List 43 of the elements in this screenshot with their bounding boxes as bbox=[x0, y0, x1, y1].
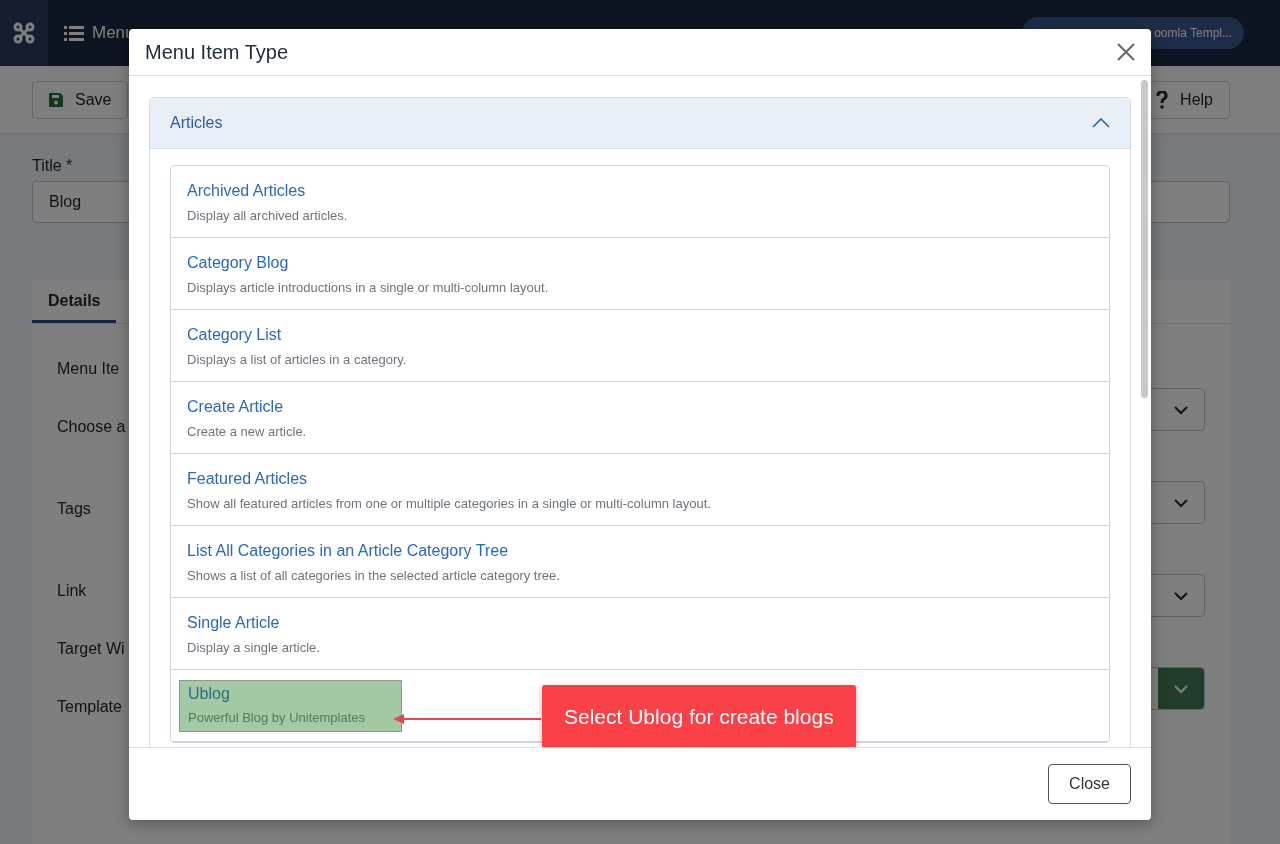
list-item[interactable]: Category List Displays a list of articles in a category. bbox=[171, 310, 1109, 382]
item-description: Show all featured articles from one or multiple categories in a single or multi-column layout. bbox=[187, 496, 712, 511]
list-item[interactable]: Archived Articles Display all archived articles. bbox=[171, 166, 1109, 238]
tab[interactable]: Details bbox=[32, 280, 117, 323]
item-description: Powerful Blog by Unitemplates bbox=[188, 710, 367, 725]
field-label: Template bbox=[57, 698, 122, 716]
item-title[interactable]: Ublog bbox=[188, 685, 393, 703]
list-item[interactable]: Category Blog Displays article introductions in a single or multi-column layout. bbox=[171, 238, 1109, 310]
highlighted-item[interactable]: Ublog Powerful Blog by Unitemplates bbox=[179, 680, 402, 732]
field-label: Choose a bbox=[57, 418, 126, 436]
field-label: Menu Ite bbox=[57, 360, 120, 378]
close-button[interactable] bbox=[1115, 41, 1137, 63]
item-title[interactable]: List All Categories in an Article Category Tree bbox=[187, 542, 1093, 560]
scrollbar[interactable] bbox=[1141, 80, 1148, 398]
help-icon bbox=[1156, 90, 1169, 109]
item-description: Display a single article. bbox=[187, 640, 321, 655]
item-description: Displays a list of articles in a category. bbox=[187, 352, 408, 367]
field-label: Target Wi bbox=[57, 640, 125, 658]
field-label: Tags bbox=[57, 500, 91, 518]
item-description: Create a new article. bbox=[187, 424, 308, 439]
logo-icon[interactable] bbox=[13, 22, 35, 44]
item-title[interactable]: Category Blog bbox=[187, 254, 1093, 272]
item-description: Displays article introductions in a single or multi-column layout. bbox=[187, 280, 550, 295]
item-description: Display all archived articles. bbox=[187, 208, 349, 223]
list-item[interactable]: Create Article Create a new article. bbox=[171, 382, 1109, 454]
list-item[interactable]: Single Article Display a single article. bbox=[171, 598, 1109, 670]
list-icon bbox=[64, 25, 84, 41]
save-icon bbox=[49, 92, 63, 107]
field-label: Link bbox=[57, 582, 87, 600]
item-title[interactable]: Archived Articles bbox=[187, 182, 1093, 200]
save-button[interactable]: Save bbox=[32, 80, 129, 119]
callout: Select Ublog for create blogs bbox=[542, 685, 856, 747]
item-title[interactable]: Featured Articles bbox=[187, 470, 1093, 488]
item-title[interactable]: Create Article bbox=[187, 398, 1093, 416]
list-item[interactable]: List All Categories in an Article Category Tree Shows a list of all categories in the selected article category tree. bbox=[171, 526, 1109, 598]
accordion-header[interactable]: Articles bbox=[150, 98, 1130, 149]
field-label: Title * bbox=[32, 157, 73, 175]
dialog-title: Menu Item Type bbox=[145, 40, 289, 64]
item-description: Shows a list of all categories in the selected article category tree. bbox=[187, 568, 561, 583]
list-item[interactable]: Featured Articles Show all featured articles from one or multiple categories in a single or multi-column layout. bbox=[171, 454, 1109, 526]
item-title[interactable]: Single Article bbox=[187, 614, 1093, 632]
close-button[interactable]: Close bbox=[1048, 764, 1131, 804]
item-title[interactable]: Category List bbox=[187, 326, 1093, 344]
